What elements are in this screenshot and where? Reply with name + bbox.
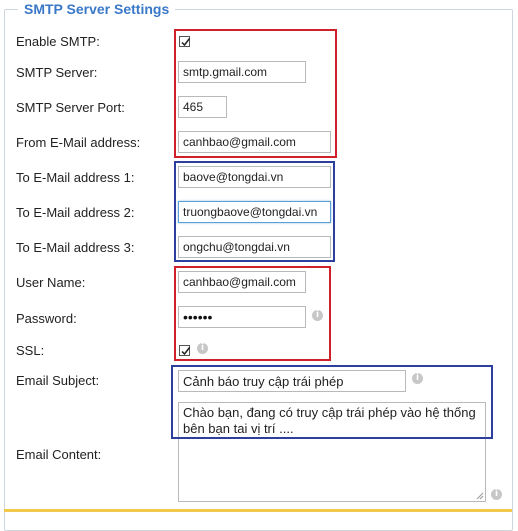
email-content-label: Email Content: <box>16 447 102 462</box>
resize-grip-icon[interactable] <box>476 492 484 500</box>
email-content-textarea[interactable]: Chào bạn, đang có truy cập trái phép vào… <box>178 402 486 502</box>
checkmark-icon <box>181 38 191 47</box>
bottom-divider <box>4 509 512 512</box>
smtp-server-input[interactable] <box>178 61 306 83</box>
to-email-1-input[interactable] <box>178 166 331 188</box>
to-email-3-input[interactable] <box>178 236 331 258</box>
to-email-3-label: To E-Mail address 3: <box>16 240 135 255</box>
enable-smtp-label: Enable SMTP: <box>16 34 100 49</box>
ssl-label: SSL: <box>16 343 45 358</box>
section-title: SMTP Server Settings <box>18 1 176 17</box>
from-email-label: From E-Mail address: <box>16 135 141 150</box>
smtp-port-label: SMTP Server Port: <box>16 100 125 115</box>
info-icon[interactable]: i <box>412 373 423 384</box>
to-email-2-input[interactable] <box>178 201 331 223</box>
password-label: Password: <box>16 311 77 326</box>
username-input[interactable] <box>178 271 306 293</box>
info-icon[interactable]: i <box>197 343 208 354</box>
smtp-server-label: SMTP Server: <box>16 65 98 80</box>
checkmark-icon <box>181 347 191 356</box>
email-subject-input[interactable] <box>178 370 406 392</box>
enable-smtp-checkbox[interactable] <box>179 36 191 47</box>
info-icon[interactable]: i <box>491 489 502 500</box>
username-label: User Name: <box>16 275 86 290</box>
email-subject-label: Email Subject: <box>16 373 100 388</box>
to-email-2-label: To E-Mail address 2: <box>16 205 135 220</box>
password-input[interactable]: •••••• <box>178 306 306 328</box>
smtp-port-input[interactable] <box>178 96 227 118</box>
to-email-1-label: To E-Mail address 1: <box>16 170 135 185</box>
from-email-input[interactable] <box>178 131 331 153</box>
ssl-checkbox[interactable] <box>179 345 191 356</box>
info-icon[interactable]: i <box>312 310 323 321</box>
